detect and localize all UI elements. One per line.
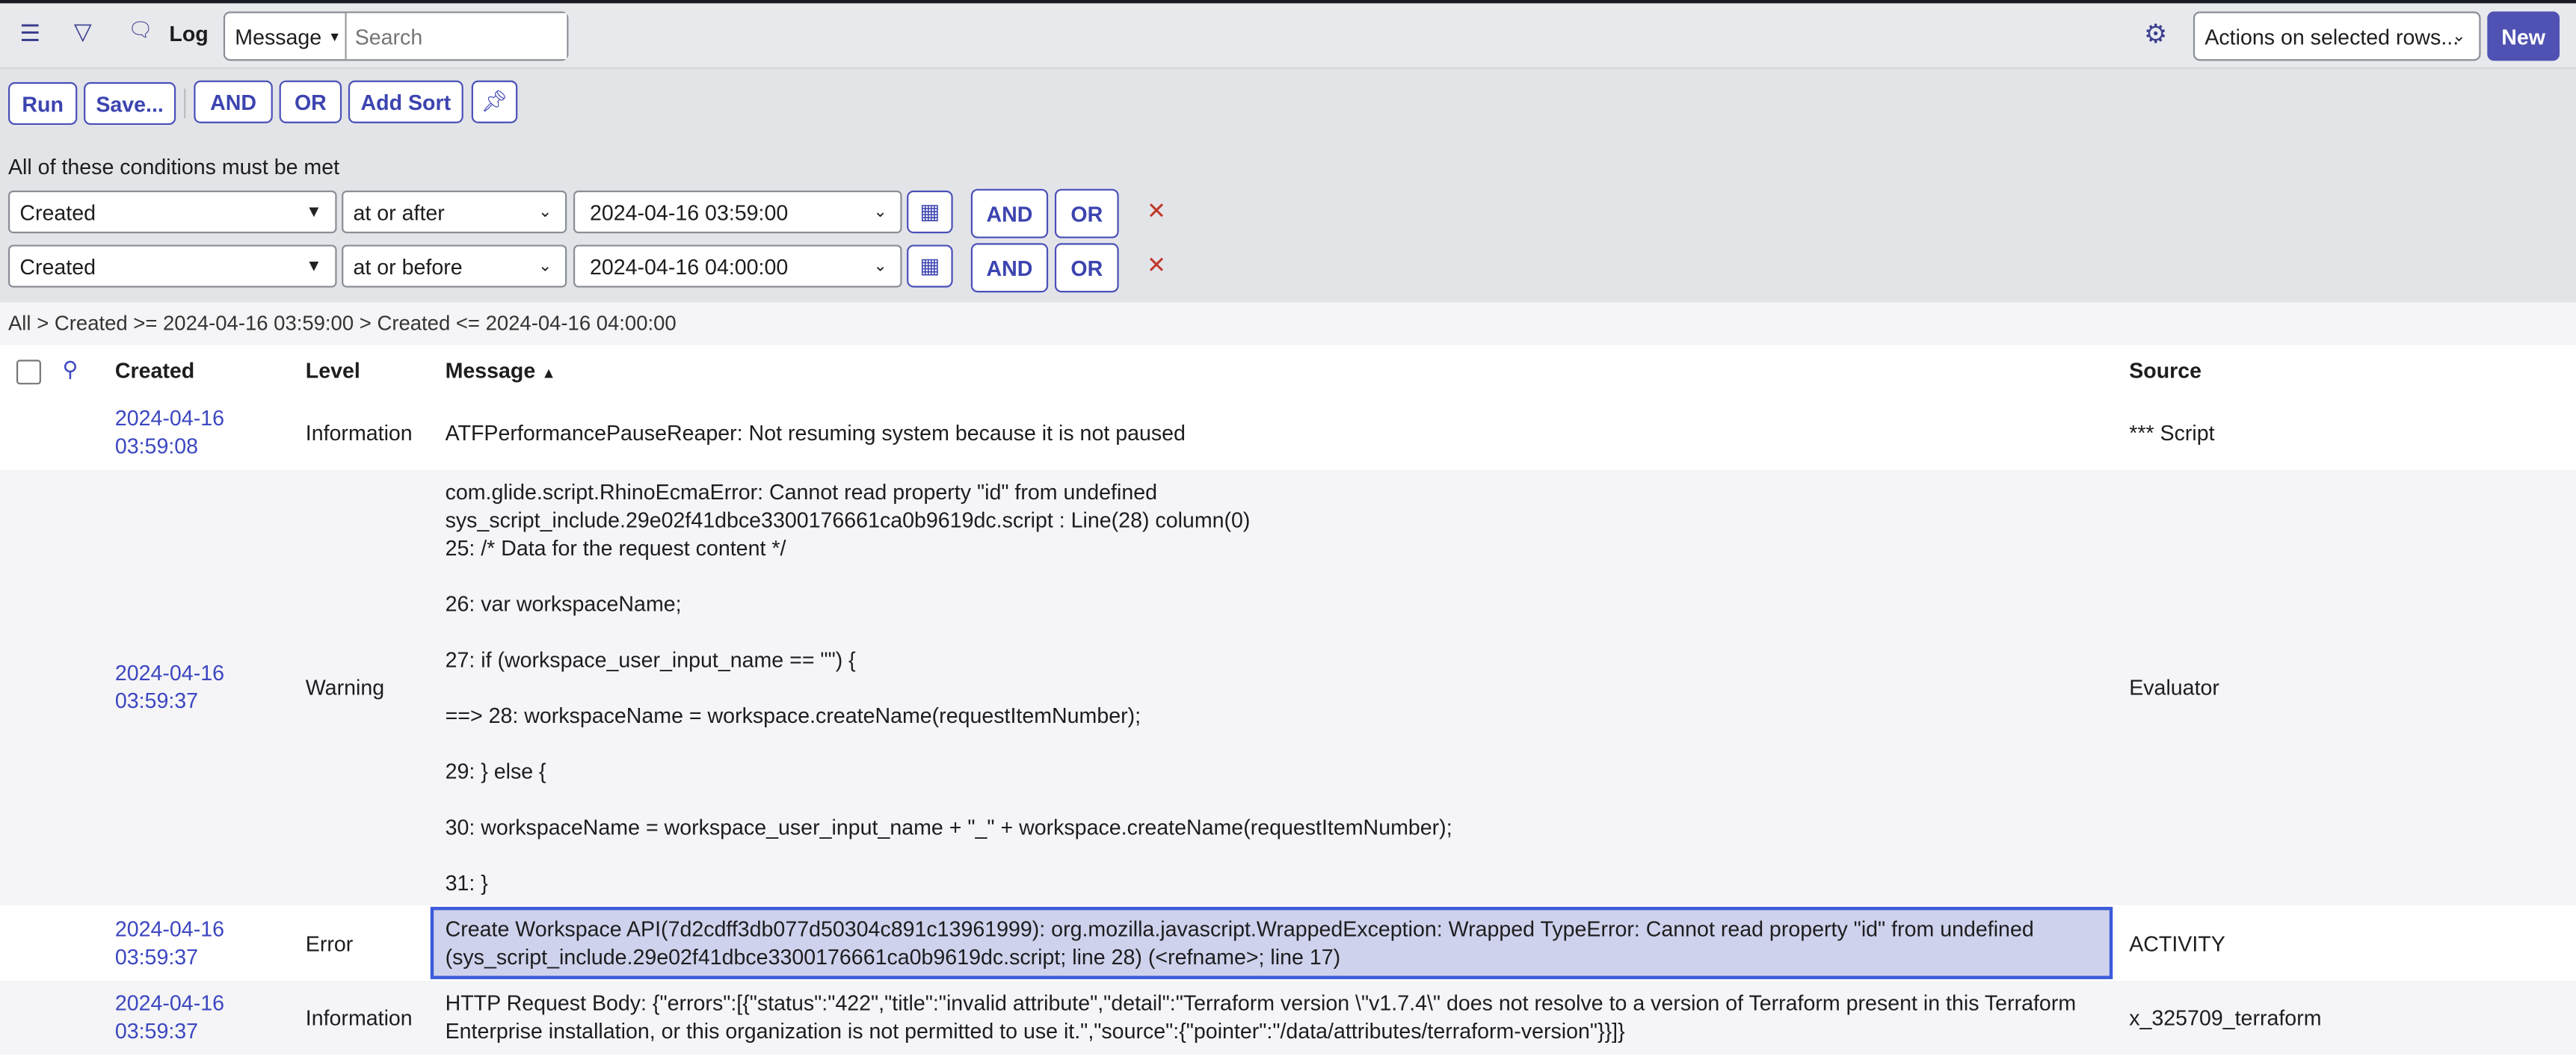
column-message-label: Message [445, 358, 536, 383]
conditions-heading: All of these conditions must be met [7, 154, 340, 179]
level-cell: Warning [305, 675, 385, 700]
column-source[interactable]: Source [2129, 357, 2201, 384]
chevron-down-icon: ⌄ [2452, 27, 2466, 46]
caret-down-icon: ▼ [305, 203, 322, 221]
breadcrumb: All > Created >= 2024-04-16 03:59:00 > C… [0, 302, 2576, 345]
level-cell: Information [305, 420, 413, 446]
or-button[interactable]: OR [279, 80, 342, 123]
chat-icon[interactable]: 🗨 [128, 18, 152, 41]
created-link[interactable]: 2024-04-16 03:59:37 [115, 659, 224, 715]
column-created[interactable]: Created [115, 357, 194, 384]
created-time: 03:59:37 [114, 1018, 199, 1044]
pin-button[interactable]: 📌︎ [471, 80, 518, 123]
conditions-panel: All of these conditions must be met Crea… [0, 138, 2576, 304]
page-title: Log [169, 21, 209, 46]
actions-select-label: Actions on selected rows... [2204, 23, 2459, 49]
search-group: Message ▼ [223, 11, 569, 61]
created-link[interactable]: 2024-04-16 03:59:37 [115, 915, 224, 971]
condition-or-button[interactable]: OR [1054, 188, 1119, 238]
created-time: 03:59:37 [114, 688, 199, 713]
operator-label: at or after [353, 200, 445, 224]
filter-toolbar: Run Save... AND OR Add Sort 📌︎ [0, 69, 2576, 140]
search-icon[interactable]: ⚲ [63, 357, 78, 383]
breadcrumb-all[interactable]: All [8, 312, 31, 336]
chevron-down-icon: ⌄ [537, 256, 552, 276]
condition-or-button[interactable]: OR [1054, 243, 1119, 293]
value-label: 2024-04-16 03:59:00 [589, 200, 789, 224]
condition-and-button[interactable]: AND [970, 188, 1049, 238]
breadcrumb-separator: > [37, 312, 49, 336]
add-sort-button[interactable]: Add Sort [348, 80, 463, 123]
field-label: Created [19, 200, 96, 224]
source-cell: *** Script [2129, 420, 2215, 446]
breadcrumb-condition[interactable]: Created <= 2024-04-16 04:00:00 [378, 312, 677, 336]
created-date: 2024-04-16 [114, 916, 224, 942]
search-field-label: Message [235, 23, 322, 49]
created-date: 2024-04-16 [114, 405, 224, 431]
message-cell: ATFPerformancePauseReaper: Not resuming … [445, 420, 1186, 446]
created-link[interactable]: 2024-04-16 03:59:37 [115, 989, 224, 1045]
and-button[interactable]: AND [194, 80, 273, 123]
remove-condition-icon[interactable]: ✕ [1147, 197, 1166, 225]
operator-select[interactable]: at or before ⌄ [342, 244, 567, 288]
source-cell: Evaluator [2129, 675, 2219, 700]
source-cell: ACTIVITY [2129, 931, 2225, 957]
run-button[interactable]: Run [7, 81, 78, 126]
operator-label: at or before [353, 253, 463, 279]
operator-select[interactable]: at or after ⌄ [342, 190, 567, 234]
created-date: 2024-04-16 [114, 660, 224, 685]
message-cell: HTTP Request Body: {"errors":[{"status":… [445, 990, 2077, 1044]
field-select[interactable]: Created ▼ [7, 190, 337, 234]
value-select[interactable]: 2024-04-16 04:00:00 ⌄ [573, 244, 902, 288]
new-button[interactable]: New [2487, 11, 2560, 61]
chevron-down-icon: ⌄ [873, 203, 887, 221]
table-header: ⚲ Created Level Message ▲ Source [0, 345, 2576, 396]
breadcrumb-condition[interactable]: Created >= 2024-04-16 03:59:00 [55, 312, 354, 336]
save-button[interactable]: Save... [84, 81, 176, 126]
column-message[interactable]: Message ▲ [446, 357, 556, 388]
breadcrumb-separator: > [359, 312, 372, 336]
search-input[interactable] [346, 13, 567, 60]
created-date: 2024-04-16 [114, 990, 224, 1016]
sort-ascending-icon: ▲ [541, 364, 556, 381]
filter-icon[interactable]: ▽ [74, 18, 92, 46]
actions-select[interactable]: Actions on selected rows... ⌄ [2193, 11, 2481, 61]
caret-down-icon: ▼ [327, 28, 342, 44]
condition-and-button[interactable]: AND [970, 243, 1049, 293]
calendar-button[interactable]: ▦ [907, 190, 953, 234]
calendar-button[interactable]: ▦ [907, 244, 953, 288]
search-field-select[interactable]: Message ▼ [225, 13, 347, 60]
level-cell: Information [305, 1005, 413, 1030]
message-cell: com.glide.script.RhinoEcmaError: Cannot … [445, 479, 1452, 896]
table-row: 2024-04-16 03:59:37 Warning com.glide.scr… [0, 469, 2576, 905]
created-time: 03:59:08 [114, 434, 199, 459]
field-select[interactable]: Created ▼ [7, 244, 337, 288]
created-link[interactable]: 2024-04-16 03:59:08 [115, 404, 224, 460]
calendar-icon: ▦ [919, 253, 940, 278]
chevron-down-icon: ⌄ [873, 256, 887, 276]
calendar-icon: ▦ [919, 198, 940, 224]
column-level[interactable]: Level [306, 357, 360, 384]
value-select[interactable]: 2024-04-16 03:59:00 ⌄ [573, 190, 902, 234]
gear-icon[interactable]: ⚙ [2144, 18, 2168, 51]
remove-condition-icon[interactable]: ✕ [1147, 251, 1166, 279]
select-all-checkbox[interactable] [16, 360, 41, 385]
pin-icon: 📌︎ [481, 88, 508, 114]
chevron-down-icon: ⌄ [537, 203, 552, 221]
level-cell: Error [305, 931, 354, 957]
caret-down-icon: ▼ [305, 256, 322, 276]
menu-icon[interactable]: ☰ [19, 19, 40, 47]
table-row: 2024-04-16 03:59:08 Information ATFPerfor… [0, 394, 2576, 470]
source-cell: x_325709_terraform [2129, 1005, 2322, 1030]
created-time: 03:59:37 [114, 944, 199, 970]
top-header: ☰ ▽ 🗨 Log Message ▼ ⚙ Actions on selected… [0, 0, 2576, 70]
value-label: 2024-04-16 04:00:00 [589, 253, 789, 279]
field-label: Created [19, 253, 96, 279]
table-row: 2024-04-16 03:59:37 Information HTTP Requ… [0, 981, 2576, 1055]
table-row: 2024-04-16 03:59:37 Error Create Workspac… [0, 905, 2576, 982]
message-cell[interactable]: Create Workspace API(7d2cdff3db077d50304… [446, 915, 2034, 971]
divider [184, 88, 186, 119]
